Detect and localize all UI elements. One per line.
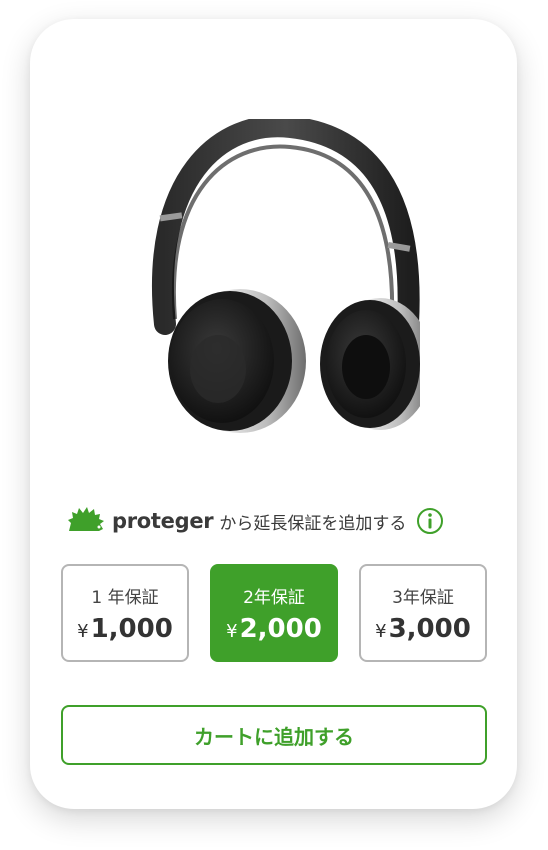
currency-symbol: ¥ [375, 621, 387, 642]
warranty-option-price: ¥2,000 [212, 614, 336, 644]
warranty-prompt-text: から延長保証を追加する [219, 513, 407, 534]
warranty-option-2year[interactable]: 2年保証 ¥2,000 [210, 564, 338, 662]
warranty-options: 1 年保証 ¥1,000 2年保証 ¥2,000 3年保証 ¥3,000 [61, 564, 489, 665]
warranty-option-label: 1 年保証 [91, 588, 159, 608]
currency-symbol: ¥ [226, 621, 238, 642]
currency-symbol: ¥ [77, 621, 89, 642]
headphones-image [152, 119, 420, 433]
info-icon[interactable] [416, 507, 444, 535]
brand-name: proteger [112, 509, 214, 533]
warranty-option-label: 3年保証 [392, 588, 454, 608]
price-value: 1,000 [90, 614, 173, 644]
warranty-option-price: ¥1,000 [63, 614, 187, 644]
warranty-prompt: proteger から延長保証を追加する [66, 503, 486, 539]
hedgehog-logo-icon [68, 507, 104, 531]
price-value: 2,000 [239, 614, 322, 644]
add-to-cart-button[interactable]: カートに追加する [61, 705, 487, 765]
price-value: 3,000 [388, 614, 471, 644]
warranty-option-label: 2年保証 [243, 588, 305, 608]
warranty-option-3year[interactable]: 3年保証 ¥3,000 [359, 564, 487, 662]
product-card: proteger から延長保証を追加する 1 年保証 ¥1,000 2年保証 ¥… [30, 19, 517, 809]
warranty-option-price: ¥3,000 [361, 614, 485, 644]
warranty-option-1year[interactable]: 1 年保証 ¥1,000 [61, 564, 189, 662]
